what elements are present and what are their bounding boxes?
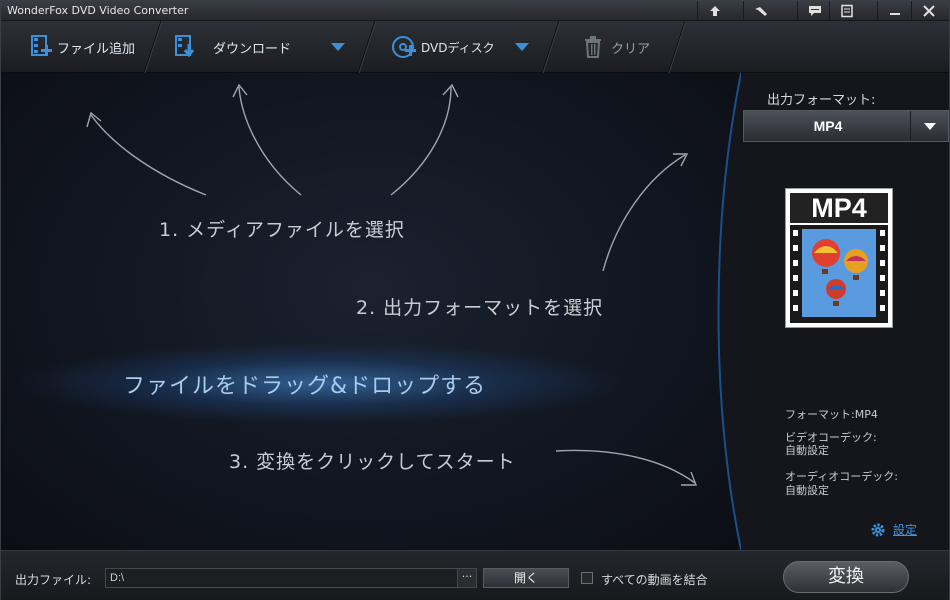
- clear-label: クリア: [611, 41, 651, 57]
- close-button[interactable]: [911, 1, 945, 21]
- toolbar-separator: [359, 21, 375, 73]
- format-icon-card[interactable]: MP4: [785, 188, 893, 328]
- tools-button[interactable]: [743, 1, 777, 21]
- chevron-down-icon: [924, 123, 936, 130]
- download-label: ダウンロード: [213, 41, 292, 57]
- minimize-icon: [889, 13, 900, 15]
- chevron-down-icon: [515, 43, 529, 51]
- format-dropdown-toggle[interactable]: [910, 111, 948, 141]
- minimize-button[interactable]: [877, 1, 911, 21]
- format-info: フォーマット:MP4: [785, 408, 878, 421]
- feedback-button[interactable]: [797, 1, 831, 21]
- step-3-text: 3. 変換をクリックしてスタート: [229, 451, 516, 473]
- title-bar: WonderFox DVD Video Converter: [1, 1, 949, 21]
- download-button[interactable]: ダウンロード: [173, 21, 291, 73]
- trash-icon: [585, 36, 601, 58]
- video-codec-label: ビデオコーデック:: [785, 431, 877, 444]
- drop-hint-text: ファイルをドラッグ&ドロップする: [123, 374, 487, 399]
- output-format-label: 出力フォーマット:: [767, 93, 876, 108]
- app-window: WonderFox DVD Video Converter ファイル追加 ダウン…: [0, 0, 950, 600]
- dvd-dropdown[interactable]: [515, 21, 529, 73]
- close-icon: [922, 5, 935, 17]
- selected-format: MP4: [813, 118, 843, 134]
- up-icon: [709, 6, 720, 16]
- open-folder-button[interactable]: 開く: [483, 568, 569, 588]
- film-balloon-icon: [790, 225, 888, 323]
- toolbar: ファイル追加 ダウンロード DVDディスク クリア: [1, 21, 949, 73]
- dvd-disc-icon: [392, 36, 416, 58]
- add-file-icon: [31, 35, 52, 56]
- convert-button[interactable]: 変換: [783, 561, 909, 593]
- notes-button[interactable]: [829, 1, 863, 21]
- toolbar-separator: [543, 21, 559, 73]
- output-format-select[interactable]: MP4: [743, 110, 949, 142]
- gear-icon: [871, 523, 885, 536]
- audio-codec-value: 自動設定: [785, 484, 829, 497]
- tools-icon: [754, 7, 767, 16]
- merge-label: すべての動画を結合: [601, 573, 708, 587]
- drop-area[interactable]: 1. メディアファイルを選択 2. 出力フォーマットを選択 ファイルをドラッグ&…: [1, 73, 741, 550]
- download-dropdown[interactable]: [331, 21, 345, 73]
- merge-checkbox[interactable]: [581, 572, 593, 584]
- output-file-label: 出力ファイル:: [15, 573, 92, 587]
- dvd-disc-button[interactable]: DVDディスク: [391, 21, 495, 73]
- output-path-field[interactable]: D:\: [105, 568, 459, 588]
- clear-button[interactable]: クリア: [583, 21, 650, 73]
- up-button[interactable]: [697, 1, 731, 21]
- toolbar-separator: [145, 21, 161, 73]
- settings-label: 設定: [893, 523, 918, 537]
- arrow-to-download: [238, 86, 302, 196]
- notes-icon: [840, 4, 853, 18]
- settings-link[interactable]: 設定: [871, 521, 917, 538]
- arrow-to-format: [602, 154, 686, 272]
- browse-button[interactable]: ···: [457, 568, 477, 588]
- chat-icon: [808, 6, 821, 16]
- app-title: WonderFox DVD Video Converter: [7, 4, 189, 17]
- format-icon-text: MP4: [790, 193, 888, 223]
- toolbar-separator: [669, 21, 685, 73]
- arrow-to-dvd: [390, 86, 452, 196]
- arrow-to-add-file: [90, 114, 207, 196]
- add-file-button[interactable]: ファイル追加: [29, 21, 135, 73]
- audio-codec-label: オーディオコーデック:: [785, 470, 898, 483]
- step-1-text: 1. メディアファイルを選択: [159, 219, 405, 241]
- add-file-label: ファイル追加: [57, 41, 136, 57]
- video-codec-value: 自動設定: [785, 444, 829, 457]
- step-2-text: 2. 出力フォーマットを選択: [356, 297, 604, 319]
- download-icon: [175, 35, 195, 58]
- dvd-disc-label: DVDディスク: [421, 40, 495, 55]
- chevron-down-icon: [331, 43, 345, 51]
- arrow-to-convert: [555, 449, 696, 484]
